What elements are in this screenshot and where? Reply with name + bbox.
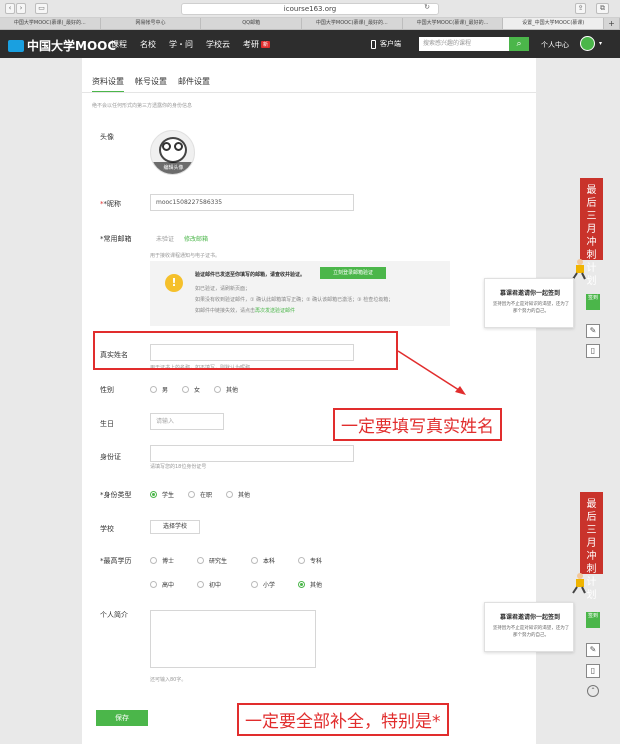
invite-text: 坚持因为不止是对知识的渴望，还为了那个努力的自己。 <box>492 302 570 314</box>
arrow-head <box>455 386 466 395</box>
invite-text: 坚持因为不止是对知识的渴望，还为了那个努力的自己。 <box>492 626 570 638</box>
mobile-icon[interactable]: ▯ <box>586 344 600 358</box>
edit-icon[interactable]: ✎ <box>586 643 600 657</box>
edit-icon[interactable]: ✎ <box>586 324 600 338</box>
signin-button[interactable]: 签到 <box>586 612 600 628</box>
invite-title: 慕课君邀请你一起签到 <box>499 614 560 621</box>
annotation-real-name: 一定要填写真实姓名 <box>333 408 502 441</box>
promo-banner[interactable]: 最后三月冲刺计划 <box>580 178 603 287</box>
signin-invite-card: 慕课君邀请你一起签到 坚持因为不止是对知识的渴望，还为了那个努力的自己。 <box>484 278 574 328</box>
promo-banner[interactable]: 最后三月冲刺计划 <box>580 492 603 601</box>
invite-title: 慕课君邀请你一起签到 <box>499 290 560 297</box>
mobile-icon[interactable]: ▯ <box>586 664 600 678</box>
back-to-top-icon[interactable]: ⌃ <box>587 685 599 697</box>
arrow-line <box>397 350 463 393</box>
runner-icon <box>572 259 586 280</box>
signin-button[interactable]: 签到 <box>586 294 600 310</box>
signin-invite-card: 慕课君邀请你一起签到 坚持因为不止是对知识的渴望，还为了那个努力的自己。 <box>484 602 574 652</box>
annotation-complete-all: 一定要全部补全，特别是* <box>237 703 449 736</box>
runner-icon <box>572 573 586 594</box>
